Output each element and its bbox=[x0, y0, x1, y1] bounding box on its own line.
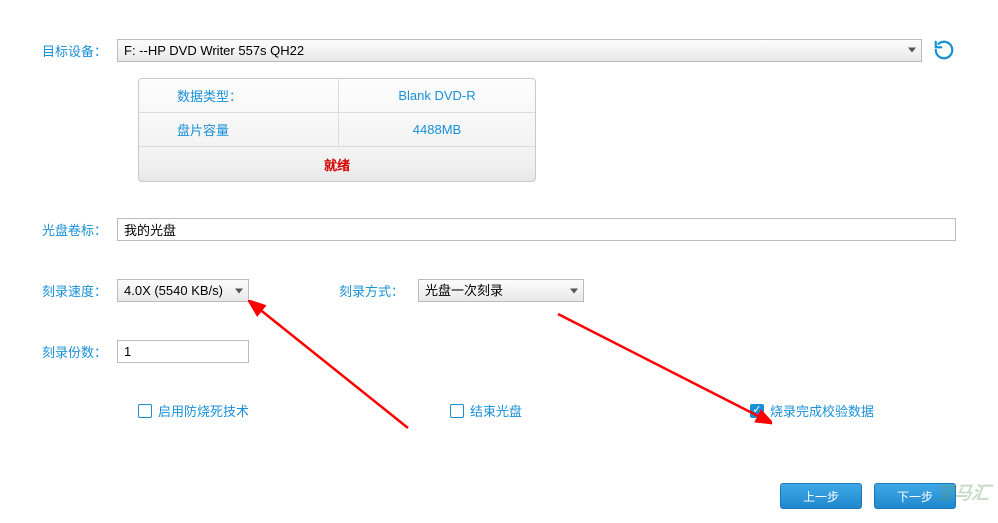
disc-label-input[interactable] bbox=[117, 218, 956, 241]
target-device-select[interactable]: F: --HP DVD Writer 557s QH22 bbox=[117, 39, 922, 62]
data-type-label: 数据类型： bbox=[139, 79, 339, 112]
finalize-checkbox[interactable] bbox=[450, 404, 464, 418]
burnproof-label: 启用防烧死技术 bbox=[158, 401, 249, 420]
copies-input[interactable] bbox=[117, 340, 249, 363]
capacity-label: 盘片容量 bbox=[139, 113, 339, 146]
verify-checkbox[interactable] bbox=[750, 404, 764, 418]
burn-mode-select[interactable]: 光盘一次刻录 bbox=[418, 279, 584, 302]
burnproof-checkbox[interactable] bbox=[138, 404, 152, 418]
burn-speed-select[interactable]: 4.0X (5540 KB/s) bbox=[117, 279, 249, 302]
finalize-label: 结束光盘 bbox=[470, 401, 522, 420]
burn-mode-label: 刻录方式： bbox=[339, 281, 404, 300]
prev-button[interactable]: 上一步 bbox=[780, 483, 862, 509]
next-button[interactable]: 下一步 bbox=[874, 483, 956, 509]
data-type-value: Blank DVD-R bbox=[339, 88, 535, 103]
target-device-label: 目标设备： bbox=[42, 41, 117, 60]
refresh-icon[interactable] bbox=[932, 38, 956, 62]
disc-label-label: 光盘卷标： bbox=[42, 220, 117, 239]
verify-label: 烧录完成校验数据 bbox=[770, 401, 874, 420]
copies-label: 刻录份数： bbox=[42, 342, 117, 361]
disc-info-card: 数据类型： Blank DVD-R 盘片容量 4488MB 就绪 bbox=[138, 78, 536, 182]
capacity-value: 4488MB bbox=[339, 122, 535, 137]
burn-speed-label: 刻录速度： bbox=[42, 281, 117, 300]
disc-status: 就绪 bbox=[139, 147, 535, 181]
